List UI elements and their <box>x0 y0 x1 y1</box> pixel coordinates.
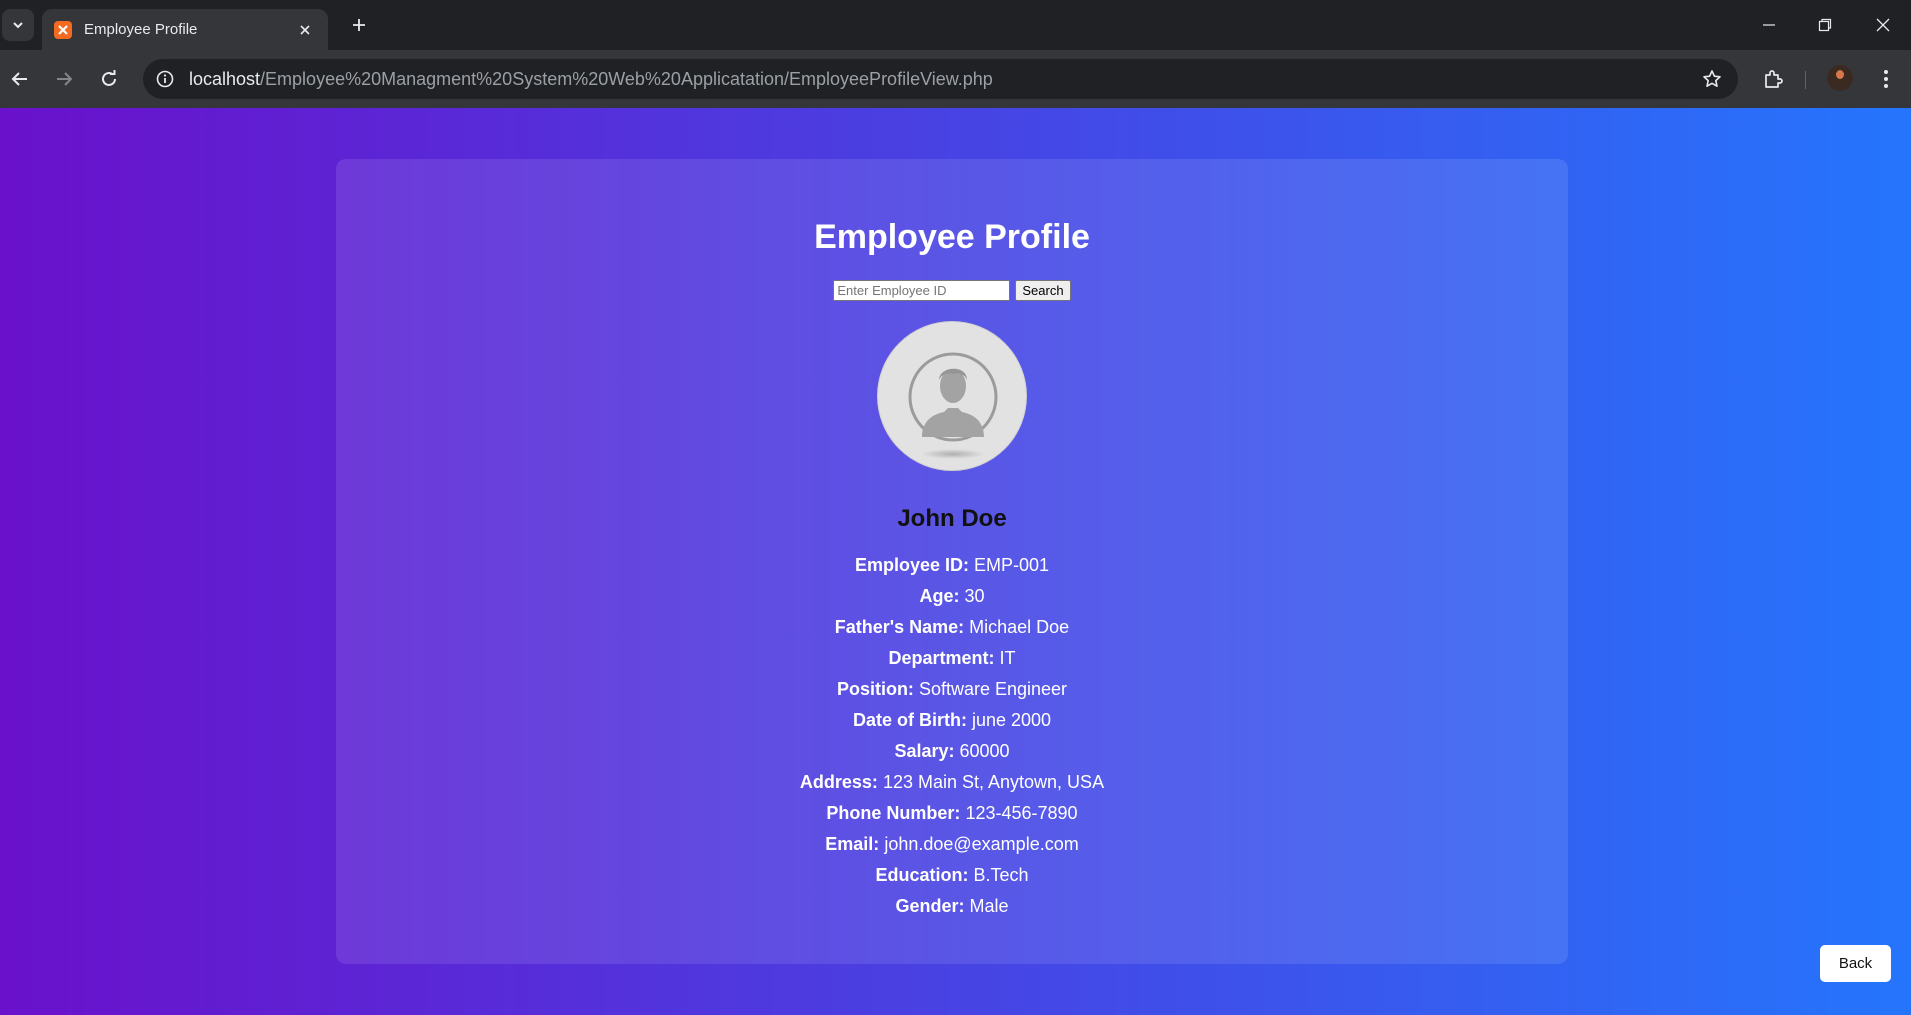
search-form: Search <box>336 280 1568 301</box>
url-text[interactable]: localhost/Employee%20Managment%20System%… <box>189 59 993 99</box>
forward-nav-button[interactable] <box>48 63 80 95</box>
minimize-icon <box>1763 24 1775 26</box>
detail-value: Software Engineer <box>918 679 1068 699</box>
detail-label: Gender: <box>895 896 965 916</box>
browser-toolbar: localhost/Employee%20Managment%20System%… <box>0 50 1911 108</box>
detail-label: Email: <box>825 834 880 854</box>
detail-label: Employee ID: <box>854 555 969 575</box>
tab-list-icon <box>13 22 23 29</box>
detail-label: Father's Name: <box>834 617 965 637</box>
window-close-icon <box>1876 18 1890 32</box>
profile-placeholder-icon <box>908 352 998 459</box>
employee-name: John Doe <box>897 505 1007 532</box>
detail-value: IT <box>999 648 1016 668</box>
address-bar[interactable]: localhost/Employee%20Managment%20System%… <box>143 59 1738 99</box>
detail-label: Address: <box>799 772 878 792</box>
detail-label: Age: <box>919 586 960 606</box>
detail-address: Address: 123 Main St, Anytown, USA <box>336 767 1568 798</box>
site-info-icon[interactable] <box>151 65 179 93</box>
detail-label: Phone Number: <box>826 803 961 823</box>
page-title: Employee Profile <box>814 218 1090 256</box>
detail-education: Education: B.Tech <box>336 860 1568 891</box>
tab-strip: Employee Profile <box>0 0 1911 50</box>
tab-title: Employee Profile <box>84 21 198 38</box>
extensions-icon[interactable] <box>1757 63 1789 95</box>
plus-icon <box>353 19 365 31</box>
url-host: localhost <box>189 69 261 89</box>
detail-gender: Gender: Male <box>336 891 1568 922</box>
detail-value: 60000 <box>959 741 1010 761</box>
detail-salary: Salary: 60000 <box>336 736 1568 767</box>
back-nav-button[interactable] <box>4 63 36 95</box>
page-viewport: Employee Profile Search John Doe <box>0 108 1911 1015</box>
search-button[interactable]: Search <box>1015 280 1071 301</box>
reload-icon <box>102 70 116 86</box>
profile-card: Employee Profile Search John Doe <box>336 159 1568 964</box>
profile-picture <box>877 321 1027 471</box>
url-path: /Employee%20Managment%20System%20Web%20A… <box>260 69 993 89</box>
detail-value: june 2000 <box>971 710 1052 730</box>
detail-value: 123-456-7890 <box>965 803 1078 823</box>
restore-icon <box>1818 18 1832 32</box>
close-icon[interactable] <box>294 19 316 41</box>
detail-label: Position: <box>836 679 914 699</box>
minimize-button[interactable] <box>1741 0 1797 50</box>
detail-label: Date of Birth: <box>852 710 967 730</box>
tab-search-button[interactable] <box>2 9 34 41</box>
detail-position: Position: Software Engineer <box>336 674 1568 705</box>
detail-phone-number: Phone Number: 123-456-7890 <box>336 798 1568 829</box>
detail-age: Age: 30 <box>336 581 1568 612</box>
forward-arrow-icon <box>57 72 73 86</box>
restore-button[interactable] <box>1797 0 1853 50</box>
detail-value: Michael Doe <box>969 617 1070 637</box>
detail-date-of-birth: Date of Birth: june 2000 <box>336 705 1568 736</box>
star-icon[interactable] <box>1698 65 1726 93</box>
detail-fathers-name: Father's Name: Michael Doe <box>336 612 1568 643</box>
back-arrow-icon <box>11 72 27 86</box>
detail-label: Education: <box>875 865 969 885</box>
detail-label: Salary: <box>894 741 955 761</box>
back-button[interactable]: Back <box>1820 945 1891 982</box>
detail-value: 123 Main St, Anytown, USA <box>882 772 1105 792</box>
detail-label: Department: <box>888 648 995 668</box>
detail-value: Male <box>969 896 1009 916</box>
reload-button[interactable] <box>93 63 125 95</box>
toolbar-divider <box>1805 71 1806 89</box>
detail-value: john.doe@example.com <box>884 834 1079 854</box>
window-close-button[interactable] <box>1855 0 1911 50</box>
detail-employee-id: Employee ID: EMP-001 <box>336 550 1568 581</box>
detail-department: Department: IT <box>336 643 1568 674</box>
kebab-menu-icon[interactable] <box>1870 63 1902 95</box>
new-tab-button[interactable] <box>343 9 375 41</box>
xampp-favicon-icon <box>54 20 72 39</box>
employee-details: Employee ID: EMP-001 Age: 30 Father's Na… <box>336 550 1568 922</box>
detail-value: B.Tech <box>973 865 1029 885</box>
detail-value: EMP-001 <box>974 555 1050 575</box>
profile-avatar[interactable] <box>1827 65 1853 91</box>
detail-value: 30 <box>964 586 985 606</box>
employee-id-input[interactable] <box>833 280 1011 301</box>
tab-employee-profile[interactable]: Employee Profile <box>42 9 328 50</box>
detail-email: Email: john.doe@example.com <box>336 829 1568 860</box>
